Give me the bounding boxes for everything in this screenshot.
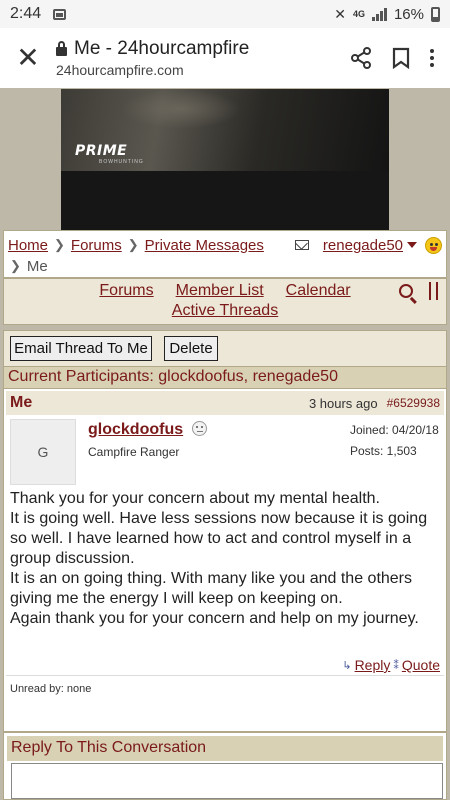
page-title-block: Me - 24hourcampfire 24hourcampfire.com (56, 38, 350, 78)
post-line: It is an on going thing. With many like … (10, 570, 413, 607)
post-line: Thank you for your concern about my ment… (10, 490, 380, 507)
user-rank: Campfire Ranger (88, 445, 180, 459)
unread-status: Unread by: none (6, 675, 444, 701)
nav-calendar[interactable]: Calendar (286, 282, 351, 299)
signal-icon (371, 7, 387, 21)
more-options-icon[interactable] (430, 49, 434, 67)
breadcrumb-private-messages[interactable]: Private Messages (145, 237, 264, 254)
chevron-right-icon: ❯ (54, 237, 65, 252)
nav-active-threads[interactable]: Active Threads (172, 302, 278, 319)
banner-logo: PRIME (75, 143, 128, 159)
clock: 2:44 (10, 5, 42, 22)
post-number[interactable]: #6529938 (387, 396, 440, 410)
post-header: Me 3 hours ago #6529938 (6, 391, 444, 415)
reply-textarea[interactable] (11, 763, 443, 799)
reply-section: Reply To This Conversation (3, 732, 447, 800)
status-bar: 2:44 ✕ 4G 16% (0, 0, 450, 28)
search-icon[interactable] (399, 284, 413, 298)
post-actions: ↳ Reply ⁑ Quote (342, 657, 440, 673)
quote-icon: ⁑ (393, 659, 399, 672)
browser-toolbar: ✕ Me - 24hourcampfire 24hourcampfire.com (0, 28, 450, 88)
participants-bar: Current Participants: glockdoofus, reneg… (4, 366, 446, 389)
offline-status-icon (192, 421, 207, 436)
chevron-right-icon: ❯ (10, 258, 21, 273)
menu-icon[interactable] (429, 282, 438, 300)
breadcrumb-forums[interactable]: Forums (71, 237, 122, 254)
main-nav: Forums Member List Calendar Active Threa… (3, 278, 447, 325)
reply-heading: Reply To This Conversation (7, 736, 443, 761)
battery-text: 16% (393, 5, 424, 23)
user-menu[interactable]: renegade50 (323, 237, 403, 254)
page-title: Me - 24hourcampfire (74, 38, 250, 59)
network-type: 4G (352, 9, 365, 19)
share-icon[interactable] (350, 47, 372, 69)
thread-toolbar: Email Thread To Me Delete (4, 331, 446, 366)
nav-forums[interactable]: Forums (99, 282, 153, 299)
reply-icon: ↳ (342, 659, 352, 672)
mail-icon[interactable] (294, 240, 309, 250)
breadcrumb: Home ❯ Forums ❯ Private Messages renegad… (3, 230, 447, 278)
post-line: Again thank you for your concern and hel… (10, 610, 419, 627)
post-username[interactable]: glockdoofus (88, 421, 183, 439)
post-subject: Me (10, 394, 33, 411)
nav-member-list[interactable]: Member List (176, 282, 264, 299)
mute-icon: ✕ (334, 5, 346, 22)
gallery-notification-icon (53, 8, 67, 20)
ad-banner[interactable]: PRIME BOWHUNTING (61, 89, 389, 230)
post-time: 3 hours ago (308, 395, 378, 411)
lock-icon (56, 41, 67, 56)
delete-button[interactable]: Delete (164, 336, 218, 361)
post-body: Thank you for your concern about my ment… (10, 489, 442, 629)
battery-icon (431, 6, 440, 22)
reply-link[interactable]: Reply (355, 657, 391, 673)
avatar[interactable]: G (10, 419, 76, 485)
user-joined: Joined: 04/20/18 (350, 423, 439, 437)
smiley-icon[interactable] (425, 236, 442, 254)
breadcrumb-current: Me (26, 257, 48, 275)
breadcrumb-home[interactable]: Home (8, 237, 48, 254)
email-thread-button[interactable]: Email Thread To Me (10, 336, 152, 361)
chevron-right-icon: ❯ (127, 237, 139, 252)
bookmark-icon[interactable] (392, 47, 410, 69)
quote-link[interactable]: Quote (402, 657, 440, 673)
close-icon[interactable]: ✕ (0, 44, 56, 72)
thread-panel: Email Thread To Me Delete Current Partic… (3, 330, 447, 732)
user-post-count: Posts: 1,503 (350, 444, 417, 458)
post-line: It is going well. Have less sessions now… (10, 510, 428, 567)
page-url: 24hourcampfire.com (56, 62, 184, 78)
banner-logo-sub: BOWHUNTING (99, 159, 144, 165)
caret-down-icon[interactable] (407, 242, 417, 248)
